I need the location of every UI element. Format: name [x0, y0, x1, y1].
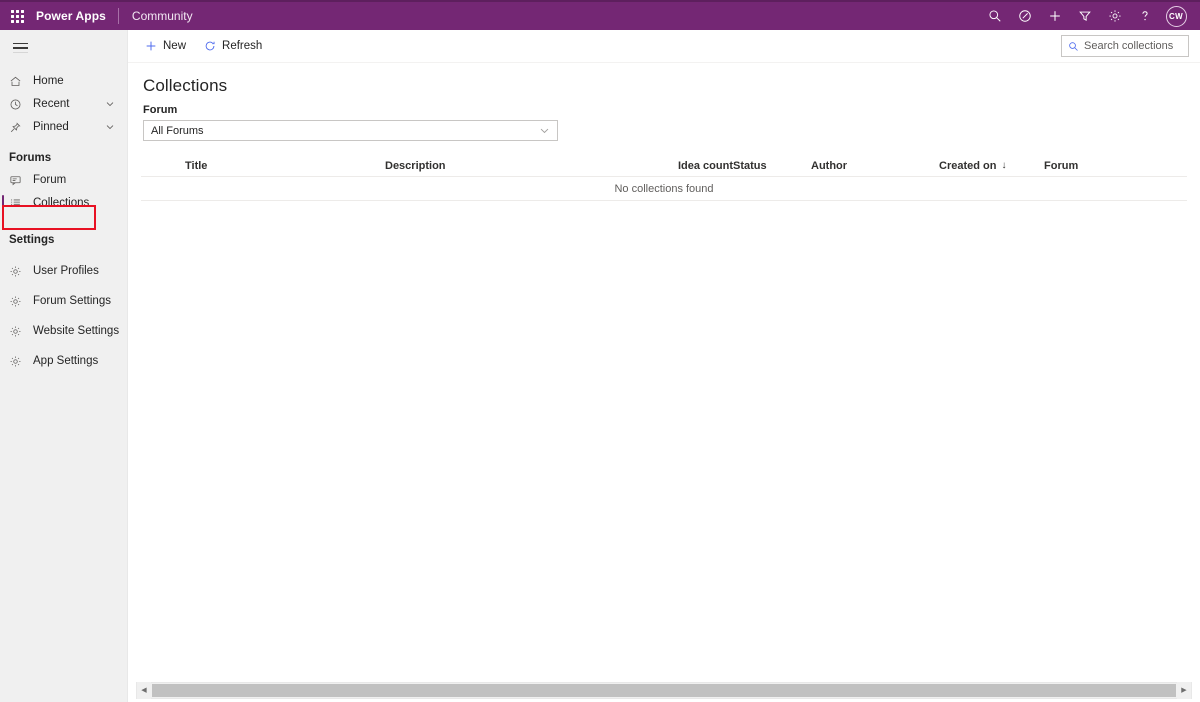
brand-title[interactable]: Power Apps	[34, 9, 118, 23]
forum-filter-dropdown[interactable]: All Forums	[143, 120, 558, 141]
sidebar-item-app-settings[interactable]: App Settings	[0, 350, 127, 372]
forum-filter-area: Forum All Forums	[128, 96, 1200, 141]
pin-icon	[9, 119, 27, 135]
sidebar-item-collections[interactable]: Collections	[0, 192, 127, 214]
scroll-right-arrow-icon[interactable]: ▶	[1177, 681, 1191, 699]
search-icon[interactable]	[980, 1, 1010, 31]
sidebar-item-pinned[interactable]: Pinned	[0, 116, 127, 138]
sidebar-spacer-forums	[0, 138, 127, 148]
sidebar-spacer-settings	[0, 214, 127, 224]
selection-indicator	[2, 195, 4, 211]
column-header-created-on-label: Created on	[939, 159, 997, 172]
column-header-idea-count[interactable]: Idea count	[650, 160, 733, 172]
sidebar-item-home[interactable]: Home	[0, 70, 127, 92]
new-button[interactable]: New	[136, 30, 195, 62]
search-input[interactable]	[1084, 40, 1182, 52]
sidebar-item-forum[interactable]: Forum	[0, 169, 127, 191]
app-launcher-waffle-icon[interactable]	[0, 1, 34, 31]
collections-grid: Title Description Idea count Status Auth…	[128, 155, 1200, 201]
search-icon	[1068, 41, 1079, 52]
avatar-initials: CW	[1165, 5, 1187, 27]
chat-bubble-icon	[9, 172, 27, 188]
column-header-title[interactable]: Title	[185, 160, 385, 172]
column-header-author[interactable]: Author	[811, 160, 939, 172]
sort-descending-icon: ↓	[1001, 160, 1007, 171]
sidebar-item-website-settings[interactable]: Website Settings	[0, 320, 127, 342]
column-header-created-on[interactable]: Created on ↓	[939, 160, 1044, 172]
grid-empty-state: No collections found	[141, 177, 1187, 201]
header-actions: CW	[980, 1, 1200, 31]
chevron-down-icon	[539, 125, 550, 136]
gear-icon	[9, 353, 27, 369]
scrollbar-thumb[interactable]	[152, 683, 1176, 697]
sidebar-item-label: Forum	[33, 174, 67, 186]
horizontal-scrollbar[interactable]: ◀ ▶	[128, 678, 1200, 702]
app-header: Power Apps Community CW	[0, 0, 1200, 30]
sidebar-item-label: Forum Settings	[33, 295, 111, 307]
refresh-button-label: Refresh	[222, 40, 263, 52]
forum-filter-value: All Forums	[151, 124, 204, 137]
assistant-icon[interactable]	[1010, 1, 1040, 31]
filter-icon[interactable]	[1070, 1, 1100, 31]
sidebar-item-label: Website Settings	[33, 325, 120, 337]
sidebar-item-label: Home	[33, 75, 64, 87]
sidebar-item-label: Collections	[33, 197, 90, 209]
sidebar-spacer-settings-3	[0, 250, 127, 256]
chevron-down-icon[interactable]	[105, 99, 115, 109]
clock-icon	[9, 96, 27, 112]
refresh-button[interactable]: Refresh	[195, 30, 271, 62]
gear-icon	[9, 323, 27, 339]
sidebar-spacer-top	[0, 63, 127, 69]
site-map-toggle-icon[interactable]	[0, 33, 40, 63]
hamburger-line-3	[12, 51, 28, 54]
hamburger-line-1	[12, 42, 28, 45]
scrollbar-track[interactable]: ◀ ▶	[136, 681, 1192, 699]
list-icon	[9, 195, 27, 211]
page-title: Collections	[143, 76, 228, 95]
app-name-label[interactable]: Community	[119, 9, 193, 23]
sidebar-group-forums: Forums	[9, 152, 52, 164]
sidebar-item-label: Recent	[33, 98, 70, 110]
gear-icon	[9, 263, 27, 279]
settings-gear-icon[interactable]	[1100, 1, 1130, 31]
sidebar-group-settings: Settings	[9, 234, 55, 246]
app-root: Power Apps Community CW Home Recent Pinn…	[0, 0, 1200, 702]
scroll-left-arrow-icon[interactable]: ◀	[137, 681, 151, 699]
hamburger-line-2	[12, 47, 28, 49]
column-header-forum[interactable]: Forum	[1044, 160, 1164, 172]
new-button-label: New	[163, 40, 187, 52]
help-icon[interactable]	[1130, 1, 1160, 31]
plus-icon	[145, 40, 157, 52]
column-header-description[interactable]: Description	[385, 160, 650, 172]
search-collections-box[interactable]	[1061, 35, 1189, 57]
add-icon[interactable]	[1040, 1, 1070, 31]
main-content: Collections Forum All Forums Title Descr…	[128, 63, 1200, 678]
refresh-icon	[204, 40, 216, 52]
home-icon	[9, 73, 27, 89]
sidebar-item-user-profiles[interactable]: User Profiles	[0, 260, 127, 282]
chevron-down-icon[interactable]	[105, 122, 115, 132]
sidebar-item-forum-settings[interactable]: Forum Settings	[0, 290, 127, 312]
sidebar-item-recent[interactable]: Recent	[0, 93, 127, 115]
forum-filter-label: Forum	[143, 104, 178, 116]
sidebar-item-label: User Profiles	[33, 265, 99, 277]
sidebar-item-label: App Settings	[33, 355, 99, 367]
column-header-status[interactable]: Status	[733, 160, 811, 172]
waffle-grid	[10, 9, 24, 23]
grid-header-row: Title Description Idea count Status Auth…	[141, 155, 1187, 177]
user-avatar[interactable]: CW	[1160, 1, 1192, 31]
sidebar: Home Recent Pinned Forums Forum Collecti…	[0, 30, 128, 702]
sidebar-item-label: Pinned	[33, 121, 69, 133]
gear-icon	[9, 293, 27, 309]
command-bar: New Refresh	[128, 30, 1200, 63]
